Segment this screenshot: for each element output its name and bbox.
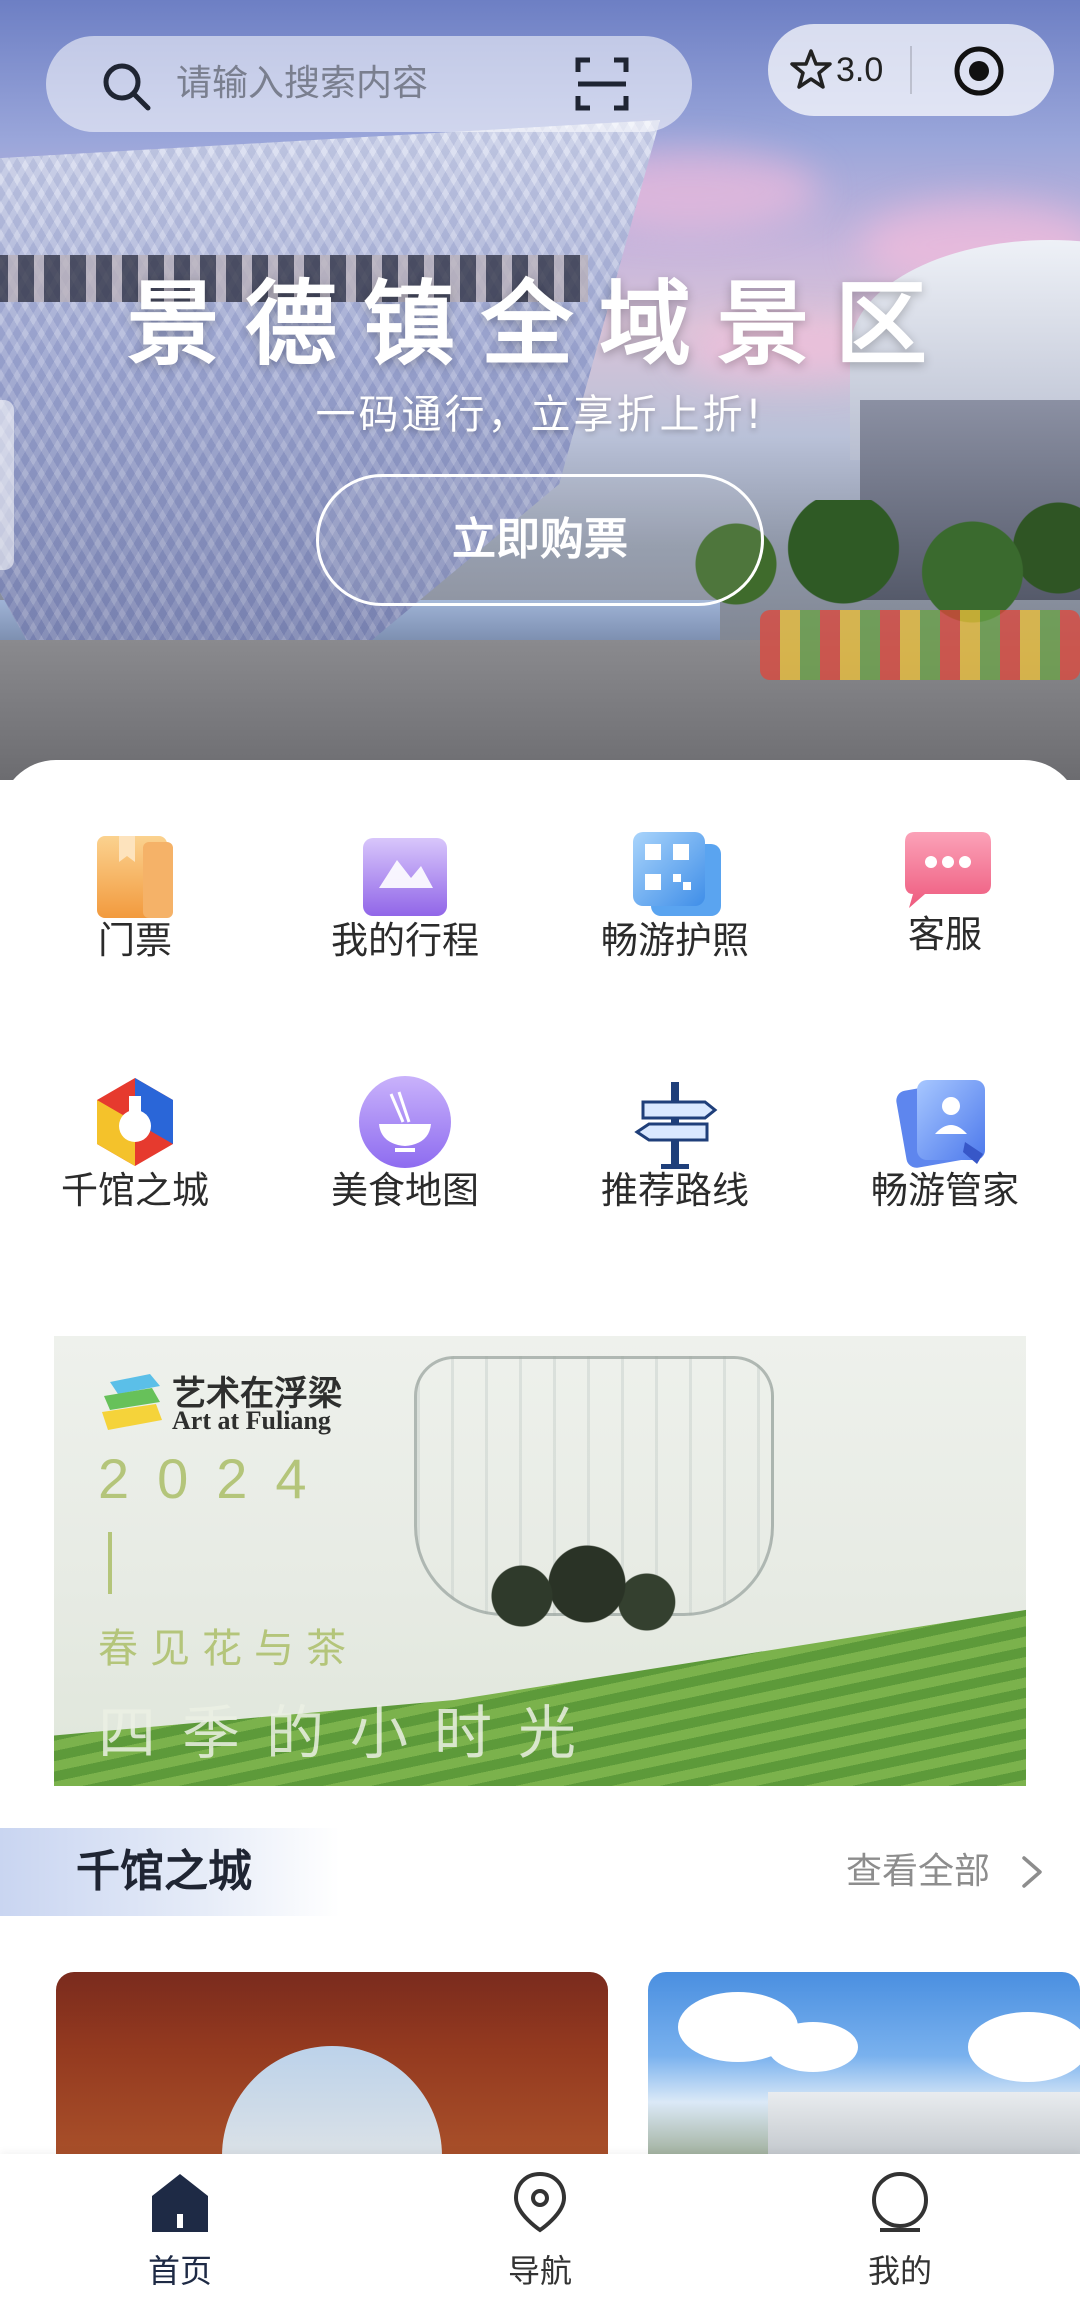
ticket-icon [97, 836, 173, 918]
section-header: 千馆之城 查看全部 [0, 1828, 1080, 1916]
section-title: 千馆之城 [76, 1846, 252, 1897]
location-pin-icon [513, 2171, 567, 2233]
buy-ticket-button[interactable]: 立即购票 [316, 474, 764, 606]
chevron-right-icon[interactable] [1020, 1854, 1044, 1890]
grid-item-food-map[interactable]: 美食地图 [270, 1010, 540, 1250]
grid-label: 千馆之城 [61, 1169, 209, 1212]
art-fuliang-logo [102, 1374, 162, 1430]
view-all-link[interactable]: 查看全部 [846, 1828, 990, 1916]
tab-label: 首页 [147, 2252, 212, 2290]
grid-item-itinerary[interactable]: 我的行程 [270, 760, 540, 1000]
tab-label: 我的 [867, 2252, 932, 2290]
banner-year: 2024 [98, 1447, 335, 1510]
hero-subtitle: 一码通行，立享折上折! [315, 392, 765, 438]
tab-navigation[interactable]: 导航 [440, 2154, 640, 2298]
qr-passport-icon [633, 832, 721, 916]
itinerary-icon [363, 838, 447, 916]
hero-flower-beds [760, 610, 1080, 680]
banner-divider [108, 1532, 112, 1594]
grid-label: 推荐路线 [601, 1169, 749, 1212]
museum-city-icon [97, 1078, 173, 1166]
grid-item-museum-city[interactable]: 千馆之城 [0, 1010, 270, 1250]
museum-card-thumbnail[interactable] [648, 1972, 1080, 2158]
profile-icon [872, 2172, 928, 2232]
grid-label: 畅游护照 [601, 919, 749, 962]
thumbnail-arch [222, 2046, 442, 2158]
grid-item-butler[interactable]: 畅游管家 [810, 1010, 1080, 1250]
mini-program-capsule: 3.0 [768, 24, 1054, 116]
promo-banner[interactable]: 艺术在浮梁 Art at Fuliang 2024 春见花与茶 四季的小时光 [54, 1336, 1026, 1786]
banner-line-2: 四季的小时光 [98, 1699, 603, 1767]
banner-line-1: 春见花与茶 [98, 1626, 358, 1672]
grid-item-service[interactable]: 客服 [810, 760, 1080, 1000]
capsule-divider [910, 46, 912, 94]
quick-entry-card: 门票 我的行程 畅游护照 客服 千馆之城 美食地图 推荐路线 畅游管家 [0, 760, 1080, 1320]
thumbnail-cloud [968, 2012, 1080, 2082]
tab-home[interactable]: 首页 [80, 2154, 280, 2298]
search-icon [103, 63, 151, 111]
home-icon [152, 2174, 208, 2232]
noodle-bowl-icon [359, 1076, 451, 1168]
butler-card-icon [896, 1080, 985, 1168]
bottom-tab-bar: 首页 导航 我的 [0, 2154, 1080, 2298]
thumbnail-building [768, 2092, 1080, 2158]
grid-item-passport[interactable]: 畅游护照 [540, 760, 810, 1000]
tab-label: 导航 [507, 2252, 572, 2290]
grid-item-routes[interactable]: 推荐路线 [540, 1010, 810, 1250]
grid-label: 畅游管家 [871, 1169, 1019, 1212]
scan-icon[interactable] [574, 56, 630, 112]
hero-banner: 请输入搜索内容 3.0 景德镇全域景区 一码通行，立享折上折! 立即购票 [0, 0, 1080, 780]
grid-label: 我的行程 [331, 919, 479, 962]
signpost-icon [634, 1082, 718, 1169]
close-target-icon[interactable] [952, 44, 1006, 98]
tab-profile[interactable]: 我的 [800, 2154, 1000, 2298]
search-input[interactable]: 请输入搜索内容 [176, 36, 428, 132]
grid-label: 门票 [98, 919, 172, 962]
rating-value: 3.0 [836, 51, 884, 89]
star-icon[interactable] [790, 48, 832, 90]
hero-title: 景德镇全域景区 [126, 271, 953, 378]
banner-logo-en: Art at Fuliang [172, 1406, 331, 1435]
banner-tree [444, 1536, 704, 1656]
grid-label: 客服 [908, 913, 982, 956]
search-bar[interactable]: 请输入搜索内容 [46, 36, 692, 132]
museum-card-thumbnail[interactable] [56, 1972, 608, 2158]
thumbnail-cloud [768, 2022, 858, 2072]
grid-item-ticket[interactable]: 门票 [0, 760, 270, 1000]
grid-label: 美食地图 [331, 1169, 479, 1212]
